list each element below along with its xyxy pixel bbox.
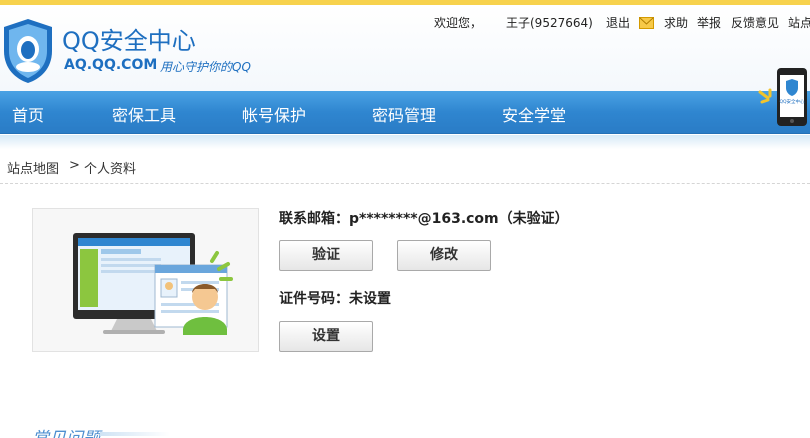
breadcrumb-current: 个人资料 — [84, 162, 137, 177]
main-nav: 首页 密保工具 帐号保护 密码管理 安全学堂 — [0, 91, 810, 134]
profile-illustration — [32, 208, 259, 352]
report-link[interactable]: 举报 — [697, 14, 721, 31]
nav-item-security-tools[interactable]: 密保工具 — [112, 102, 176, 126]
breadcrumb-separator: > — [69, 158, 80, 173]
site-header: QQ安全中心 AQ.QQ.COM 用心守护你的QQ — [0, 5, 810, 91]
logo-title[interactable]: QQ安全中心 — [62, 21, 196, 56]
mobile-phone-icon[interactable]: QQ安全中心 — [776, 67, 808, 127]
logo-slogan: 用心守护你的QQ — [160, 60, 251, 74]
nav-item-account-protection[interactable]: 帐号保护 — [242, 102, 306, 126]
computer-profile-illustration-icon — [73, 233, 233, 335]
sitemap-link[interactable]: 站点 — [788, 14, 810, 31]
id-label: 证件号码： — [279, 291, 349, 307]
breadcrumb-sitemap[interactable]: 站点地图 — [7, 158, 59, 177]
nav-shadow — [0, 135, 810, 149]
nav-item-home[interactable]: 首页 — [12, 102, 44, 126]
email-status: （未验证） — [498, 211, 569, 227]
nav-item-password-management[interactable]: 密码管理 — [372, 102, 436, 126]
page-root: QQ安全中心 AQ.QQ.COM 用心守护你的QQ 欢迎您， 王子(952766… — [0, 0, 810, 438]
username: 王子(9527664) — [506, 16, 593, 30]
feedback-link[interactable]: 反馈意见 — [731, 14, 779, 31]
email-row: 联系邮箱：p********@163.com（未验证） — [279, 208, 569, 228]
logo-domain: AQ.QQ.COM — [64, 57, 158, 73]
breadcrumb-divider — [0, 183, 810, 184]
nav-item-security-school[interactable]: 安全学堂 — [502, 102, 566, 126]
mail-icon[interactable] — [639, 17, 654, 29]
logout-link[interactable]: 退出 — [606, 14, 630, 31]
faq-title-underline — [100, 432, 170, 436]
verify-button[interactable]: 验证 — [279, 240, 373, 271]
email-value: p********@163.com — [349, 211, 499, 227]
id-value: 未设置 — [349, 291, 391, 307]
sparkle-icon — [758, 88, 772, 104]
phone-badge-text: QQ安全中心 — [779, 98, 805, 105]
id-row: 证件号码：未设置 — [279, 288, 391, 308]
modify-button[interactable]: 修改 — [397, 240, 491, 271]
help-link[interactable]: 求助 — [664, 14, 688, 31]
welcome-text: 欢迎您， — [434, 16, 483, 30]
faq-title: 常见问题 — [32, 424, 100, 438]
set-button[interactable]: 设置 — [279, 321, 373, 352]
email-label: 联系邮箱： — [279, 211, 349, 227]
qq-shield-logo-icon[interactable] — [2, 17, 54, 85]
